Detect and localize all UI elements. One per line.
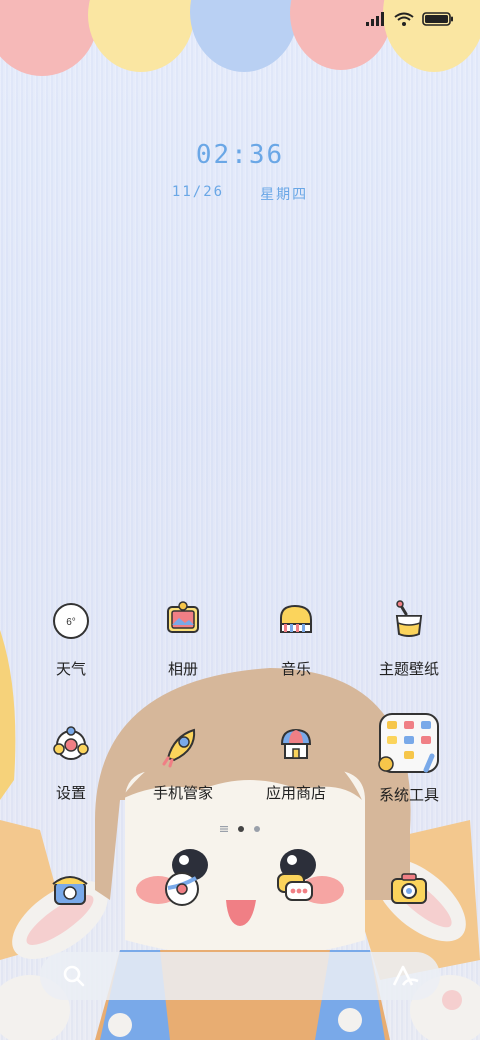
app-store-icon bbox=[280, 728, 312, 759]
app-label-gallery: 相册 bbox=[167, 661, 198, 678]
app-label-settings: 设置 bbox=[55, 785, 86, 802]
page-dot-2[interactable] bbox=[254, 826, 260, 832]
camera-icon[interactable] bbox=[386, 866, 432, 912]
weather-temp: 6° bbox=[66, 617, 76, 628]
app-store[interactable]: 应用商店 bbox=[241, 722, 351, 803]
app-themes[interactable]: 主题壁纸 bbox=[354, 598, 464, 679]
app-label-weather: 天气 bbox=[55, 661, 86, 678]
weather-icon: 6° bbox=[53, 603, 89, 639]
app-label-security: 手机管家 bbox=[152, 785, 213, 802]
music-icon bbox=[280, 604, 312, 633]
app-weather[interactable]: 6° 天气 bbox=[16, 598, 126, 679]
folder-icon bbox=[378, 713, 439, 773]
app-label-themes: 主题壁纸 bbox=[378, 661, 439, 678]
security-icon bbox=[162, 728, 196, 768]
phone-icon[interactable] bbox=[47, 866, 93, 912]
app-folder-system-tools[interactable]: 系统工具 bbox=[354, 710, 464, 805]
gallery-icon bbox=[167, 601, 199, 633]
search-icon bbox=[63, 965, 85, 987]
app-label-store: 应用商店 bbox=[265, 785, 326, 802]
settings-icon bbox=[53, 726, 89, 760]
assistant-icon[interactable] bbox=[392, 965, 420, 987]
drawer-menu-icon bbox=[220, 826, 228, 832]
themes-icon bbox=[395, 600, 423, 637]
app-settings[interactable]: 设置 bbox=[16, 722, 126, 803]
search-bar[interactable] bbox=[40, 952, 440, 1000]
browser-icon[interactable] bbox=[159, 866, 205, 912]
app-label-music: 音乐 bbox=[280, 661, 311, 678]
app-music[interactable]: 音乐 bbox=[241, 598, 351, 679]
page-indicator[interactable] bbox=[0, 825, 480, 833]
app-security[interactable]: 手机管家 bbox=[128, 722, 238, 803]
app-gallery[interactable]: 相册 bbox=[128, 598, 238, 679]
app-label-system-tools: 系统工具 bbox=[378, 787, 439, 804]
messages-icon[interactable] bbox=[272, 866, 318, 912]
page-dot-1[interactable] bbox=[238, 826, 244, 832]
